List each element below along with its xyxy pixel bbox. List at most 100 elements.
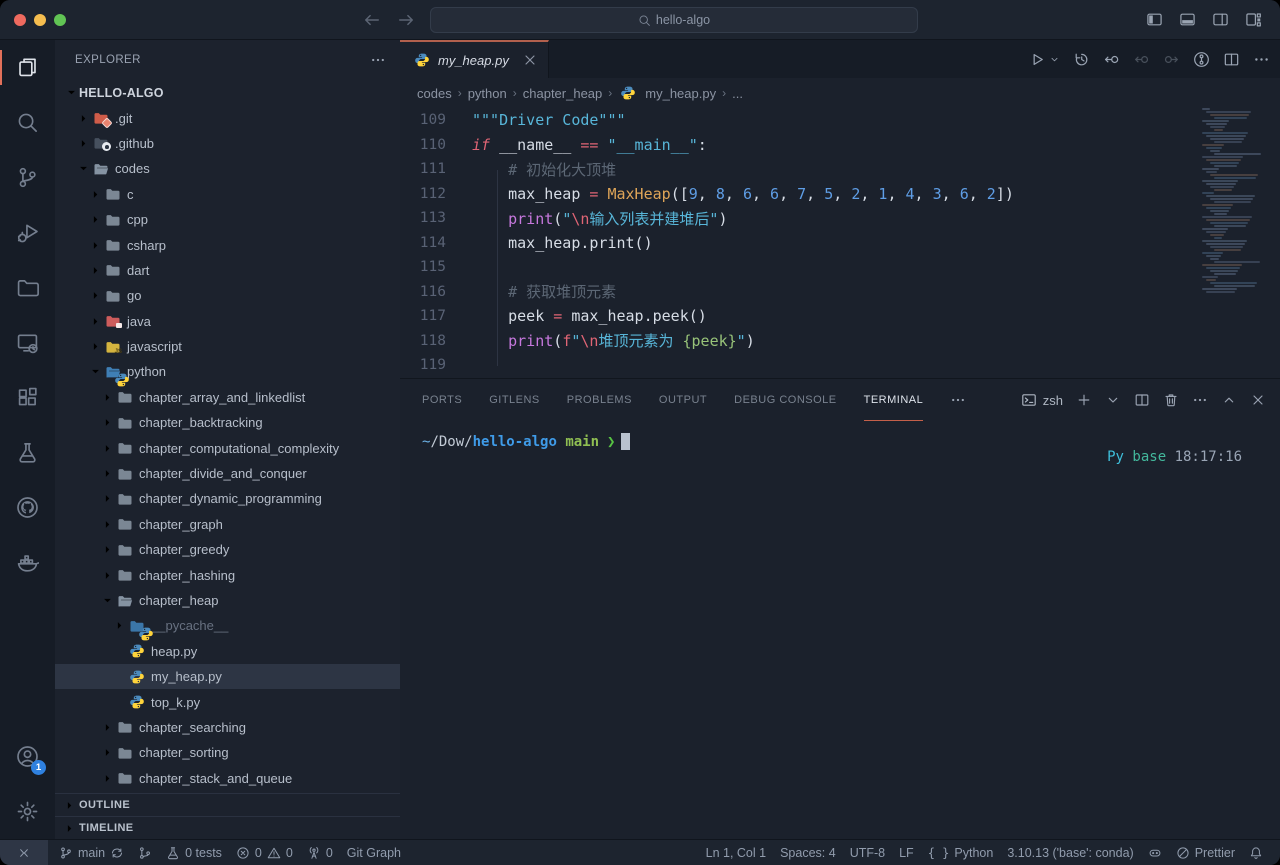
problems[interactable]: 00 (229, 840, 300, 865)
prettier[interactable]: Prettier (1169, 840, 1242, 865)
kill-terminal-icon[interactable] (1163, 392, 1179, 408)
activity-extensions[interactable] (0, 370, 55, 425)
toggle-primary-sidebar-icon[interactable] (1146, 11, 1163, 28)
customize-layout-icon[interactable] (1245, 11, 1262, 28)
tree-item-python[interactable]: python (55, 359, 400, 384)
code-editor[interactable]: 109"""Driver Code"""110if __name__ == "_… (400, 108, 1280, 378)
copilot[interactable] (1141, 840, 1169, 865)
tab-my-heap[interactable]: my_heap.py (400, 40, 549, 78)
test-status[interactable]: 0 tests (159, 840, 229, 865)
activity-docker[interactable] (0, 535, 55, 590)
toggle-secondary-sidebar-icon[interactable] (1212, 11, 1229, 28)
tree-item-go[interactable]: go (55, 283, 400, 308)
activity-project-manager[interactable] (0, 260, 55, 315)
run-dropdown-icon[interactable] (1049, 54, 1060, 65)
toggle-panel-icon[interactable] (1179, 11, 1196, 28)
panel-tab-ports[interactable]: PORTS (422, 379, 462, 421)
eol[interactable]: LF (892, 840, 921, 865)
tree-item-chapter-computational-complexity[interactable]: chapter_computational_complexity (55, 435, 400, 460)
breadcrumb-item[interactable]: codes (417, 86, 452, 101)
tree-item--git[interactable]: .git (55, 105, 400, 130)
git-graph-button[interactable] (131, 840, 159, 865)
tree-item-chapter-hashing[interactable]: chapter_hashing (55, 562, 400, 587)
tree-item-java[interactable]: java (55, 309, 400, 334)
indentation[interactable]: Spaces: 4 (773, 840, 843, 865)
panel-tab-problems[interactable]: PROBLEMS (567, 379, 632, 421)
gitlens-graph-icon[interactable] (1193, 51, 1210, 68)
panel-tab-output[interactable]: OUTPUT (659, 379, 707, 421)
shell-selector[interactable]: zsh (1021, 392, 1063, 408)
tree-item--github[interactable]: .github (55, 131, 400, 156)
breadcrumb-item[interactable]: ... (732, 86, 743, 101)
next-change-icon[interactable] (1163, 51, 1180, 68)
tree-item-my-heap-py[interactable]: my_heap.py (55, 664, 400, 689)
activity-testing[interactable] (0, 425, 55, 480)
activity-explorer[interactable] (0, 40, 55, 95)
history-back-icon[interactable] (362, 10, 382, 30)
git-graph-label[interactable]: Git Graph (340, 840, 408, 865)
section-timeline[interactable]: TIMELINE (55, 816, 400, 839)
tab-close-icon[interactable] (522, 52, 538, 68)
tree-item-chapter-greedy[interactable]: chapter_greedy (55, 537, 400, 562)
minimap[interactable] (1198, 108, 1272, 348)
breadcrumb-item[interactable]: python (468, 86, 507, 101)
tree-item-top-k-py[interactable]: top_k.py (55, 689, 400, 714)
maximize-panel-icon[interactable] (1221, 392, 1237, 408)
ports[interactable]: 0 (300, 840, 340, 865)
tree-item-chapter-backtracking[interactable]: chapter_backtracking (55, 410, 400, 435)
run-button-icon[interactable] (1028, 51, 1045, 68)
close-panel-icon[interactable] (1250, 392, 1266, 408)
zoom-window-button[interactable] (54, 14, 66, 26)
breadcrumb-item[interactable]: my_heap.py (645, 86, 716, 101)
previous-change-icon[interactable] (1133, 51, 1150, 68)
panel-tab-terminal[interactable]: TERMINAL (864, 379, 924, 421)
encoding[interactable]: UTF-8 (843, 840, 892, 865)
close-window-button[interactable] (14, 14, 26, 26)
panel-tab-debug-console[interactable]: DEBUG CONSOLE (734, 379, 836, 421)
activity-accounts[interactable]: 1 (0, 729, 55, 784)
tree-item-c[interactable]: c (55, 182, 400, 207)
python-interpreter[interactable]: 3.10.13 ('base': conda) (1000, 840, 1140, 865)
explorer-actions-icon[interactable] (370, 52, 386, 68)
tree-item-javascript[interactable]: JSjavascript (55, 334, 400, 359)
tree-item-chapter-dynamic-programming[interactable]: chapter_dynamic_programming (55, 486, 400, 511)
open-changes-icon[interactable] (1103, 51, 1120, 68)
minimize-window-button[interactable] (34, 14, 46, 26)
tree-item-chapter-heap[interactable]: chapter_heap (55, 588, 400, 613)
remote-indicator[interactable] (0, 840, 48, 865)
tree-item-csharp[interactable]: csharp (55, 232, 400, 257)
tree-item-codes[interactable]: codes (55, 156, 400, 181)
cursor-position[interactable]: Ln 1, Col 1 (699, 840, 773, 865)
terminal-dropdown-icon[interactable] (1105, 392, 1121, 408)
split-terminal-icon[interactable] (1134, 392, 1150, 408)
file-history-icon[interactable] (1073, 51, 1090, 68)
tree-item-cpp[interactable]: cpp (55, 207, 400, 232)
window-controls[interactable] (14, 14, 66, 26)
tree-item-chapter-graph[interactable]: chapter_graph (55, 512, 400, 537)
tree-item-chapter-searching[interactable]: chapter_searching (55, 715, 400, 740)
split-editor-icon[interactable] (1223, 51, 1240, 68)
tree-item-chapter-array-and-linkedlist[interactable]: chapter_array_and_linkedlist (55, 385, 400, 410)
tree-item-chapter-divide-and-conquer[interactable]: chapter_divide_and_conquer (55, 461, 400, 486)
terminal[interactable]: ~/Dow/hello-algo main❯ Py base 18:17:16 (400, 421, 1280, 839)
activity-search[interactable] (0, 95, 55, 150)
activity-remote-explorer[interactable] (0, 315, 55, 370)
tree-item-chapter-stack-and-queue[interactable]: chapter_stack_and_queue (55, 766, 400, 791)
panel-tab-gitlens[interactable]: GITLENS (489, 379, 540, 421)
command-center-search[interactable]: hello-algo (430, 7, 918, 33)
git-branch[interactable]: main (52, 840, 131, 865)
language-mode[interactable]: { }Python (921, 840, 1001, 865)
panel-tabs-more-icon[interactable] (950, 392, 966, 408)
new-terminal-icon[interactable] (1076, 392, 1092, 408)
breadcrumb-item[interactable]: chapter_heap (523, 86, 603, 101)
activity-github[interactable] (0, 480, 55, 535)
tree-item--pycache-[interactable]: __pycache__ (55, 613, 400, 638)
activity-run-and-debug[interactable] (0, 205, 55, 260)
activity-source-control[interactable] (0, 150, 55, 205)
tree-item-chapter-sorting[interactable]: chapter_sorting (55, 740, 400, 765)
panel-more-icon[interactable] (1192, 392, 1208, 408)
history-forward-icon[interactable] (396, 10, 416, 30)
activity-settings[interactable] (0, 784, 55, 839)
tree-item-heap-py[interactable]: heap.py (55, 639, 400, 664)
tree-item-hello-algo[interactable]: HELLO-ALGO (55, 80, 400, 105)
